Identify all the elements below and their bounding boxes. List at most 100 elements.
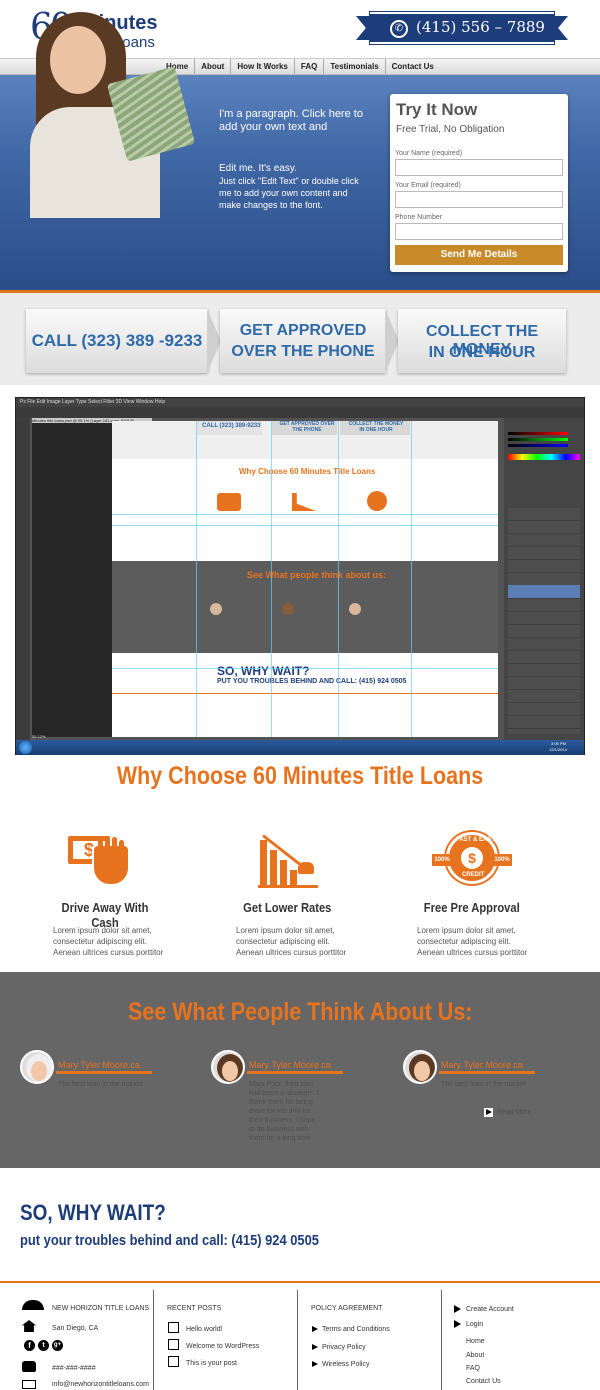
- step-call-text: CALL (323) 389 -9233: [31, 331, 203, 350]
- policy-link[interactable]: Privacy Policy: [322, 1344, 366, 1351]
- footer-link-about[interactable]: About: [466, 1352, 484, 1359]
- taskbar-date: 12/1/2014: [549, 747, 567, 752]
- hero-edit-line1: Edit me. It's easy.: [219, 163, 297, 174]
- read-more-arrow-icon: [484, 1108, 493, 1117]
- ps-mini-wait: SO, WHY WAIT?: [217, 664, 310, 678]
- form-subtitle: Free Trial, No Obligation: [396, 124, 505, 135]
- sunrise-logo-icon: [22, 1300, 44, 1310]
- ps-options-bar: [16, 407, 584, 418]
- footer-divider: [0, 1281, 600, 1283]
- arrow-right-icon: [454, 1320, 461, 1328]
- ps-panels: [504, 418, 584, 740]
- windows-taskbar: 3:05 PM 12/1/2014: [16, 740, 584, 755]
- email-field[interactable]: [395, 191, 563, 208]
- footer-email[interactable]: info@newhorizontitleloans.com: [52, 1381, 149, 1388]
- ps-mini-collect: COLLECT THE MONEY IN ONE HOUR: [348, 421, 404, 433]
- step-approved-line1: GET APPROVED: [239, 322, 367, 339]
- ps-mini-see: See What people think about us:: [247, 570, 387, 580]
- taskbar-time: 3:05 PM: [551, 741, 566, 746]
- nav-about[interactable]: About: [195, 59, 232, 74]
- signup-form: Try It Now Free Trial, No Obligation You…: [390, 94, 568, 272]
- step-collect-line2: IN ONE HOUR: [428, 344, 536, 361]
- feature-title-approval: Free Pre Approval: [424, 900, 520, 915]
- footer-link-home[interactable]: Home: [466, 1338, 485, 1345]
- send-details-button[interactable]: Send Me Details: [395, 245, 563, 265]
- arrow-right-icon: [312, 1344, 318, 1350]
- step-collect[interactable]: COLLECT THE MONEY IN ONE HOUR: [398, 309, 566, 373]
- footer-link-faq[interactable]: FAQ: [466, 1365, 480, 1372]
- footer-link-contact[interactable]: Contact Us: [466, 1378, 501, 1385]
- google-plus-icon[interactable]: g+: [52, 1340, 63, 1351]
- testimonial-divider: [56, 1071, 152, 1074]
- footer-column-separator: [441, 1290, 442, 1390]
- login-link[interactable]: Login: [466, 1321, 483, 1328]
- recent-post-link[interactable]: Welcome to WordPress: [186, 1343, 259, 1350]
- testimonial-quote: Mary Poor, third loan had been a 'disast…: [249, 1081, 319, 1142]
- step-call[interactable]: CALL (323) 389 -9233: [26, 309, 208, 373]
- ps-mini-why: Why Choose 60 Minutes Title Loans: [239, 467, 376, 476]
- cash-hand-icon: $: [68, 830, 132, 890]
- create-account-link[interactable]: Create Account: [466, 1306, 514, 1313]
- name-field[interactable]: [395, 159, 563, 176]
- footer-phone: ###-###-####: [52, 1365, 96, 1372]
- feature-text-approval: Lorem ipsum dolor sit amet, consectetur …: [417, 926, 528, 957]
- telephone-icon: [22, 1361, 36, 1372]
- policy-link[interactable]: Terms and Conditions: [322, 1326, 390, 1333]
- home-icon: [22, 1320, 36, 1332]
- facebook-icon[interactable]: f: [24, 1340, 35, 1351]
- nav-faq[interactable]: FAQ: [295, 59, 325, 74]
- footer-location: San Diego, CA: [52, 1325, 99, 1332]
- nav-how-it-works[interactable]: How It Works: [231, 59, 295, 74]
- post-icon: [168, 1339, 179, 1350]
- recent-posts-title: RECENT POSTS: [167, 1305, 222, 1312]
- email-label: Your Email (required): [395, 182, 461, 189]
- footer-column-separator: [153, 1290, 154, 1390]
- step-approved-line2: OVER THE PHONE: [231, 343, 375, 360]
- fast-easy-credit-badge-icon: $ 100% 100% FAST & EASY CREDIT: [432, 830, 512, 890]
- ps-menubar: Ps File Edit Image Layer Type Select Fil…: [16, 398, 584, 407]
- post-icon: [168, 1322, 179, 1333]
- arrow-right-icon: [312, 1326, 318, 1332]
- feature-title-rates: Get Lower Rates: [242, 900, 332, 915]
- hero-woman-with-money-image: [30, 12, 200, 218]
- photoshop-screenshot: Ps File Edit Image Layer Type Select Fil…: [15, 397, 585, 755]
- phone-banner[interactable]: ✆ (415) 556 – 7889: [356, 11, 568, 45]
- nav-testimonials[interactable]: Testimonials: [324, 59, 386, 74]
- ps-document: CALL (323) 389-9233 GET APPROVED OVER TH…: [112, 421, 498, 737]
- arrow-right-icon: [454, 1305, 461, 1313]
- ps-mini-approved: GET APPROVED OVER THE PHONE: [279, 421, 335, 433]
- avatar: [403, 1050, 437, 1084]
- start-button-icon[interactable]: [19, 741, 32, 754]
- ps-canvas-bg: [32, 421, 112, 737]
- read-more-link[interactable]: Read More: [497, 1109, 532, 1116]
- step-approved[interactable]: GET APPROVED OVER THE PHONE: [220, 309, 386, 373]
- policy-title: POLICY AGREEMENT: [311, 1305, 383, 1312]
- twitter-icon[interactable]: t: [38, 1340, 49, 1351]
- recent-post-link[interactable]: Hello world!: [186, 1326, 223, 1333]
- avatar: [211, 1050, 245, 1084]
- phone-label: Phone Number: [395, 214, 443, 221]
- footer-column-separator: [297, 1290, 298, 1390]
- phone-field[interactable]: [395, 223, 563, 240]
- post-icon: [168, 1356, 179, 1367]
- nav-contact-us[interactable]: Contact Us: [386, 59, 440, 74]
- ps-toolbar: [16, 418, 30, 740]
- feature-text-rates: Lorem ipsum dolor sit amet, consectetur …: [236, 926, 347, 957]
- cta-subheading: put your troubles behind and call: (415)…: [20, 1232, 319, 1249]
- falling-chart-icon: [258, 830, 320, 890]
- avatar: [20, 1050, 54, 1084]
- ps-mini-call2: PUT YOU TROUBLES BEHIND AND CALL: (415) …: [217, 678, 407, 685]
- testimonial-quote: The best loan in the market: [58, 1081, 143, 1088]
- phone-icon: ✆: [390, 20, 408, 38]
- testimonial-divider: [439, 1071, 535, 1074]
- testimonial-quote: The best loan in the market: [441, 1081, 526, 1088]
- ribbon-body: ✆ (415) 556 – 7889: [369, 11, 555, 45]
- testimonial-divider: [247, 1071, 343, 1074]
- recent-post-link[interactable]: This is your post: [186, 1360, 237, 1367]
- feature-text-cash: Lorem ipsum dolor sit amet, consectetur …: [53, 926, 164, 957]
- testimonials-title: See What People Think About Us:: [127, 998, 473, 1026]
- header-phone[interactable]: (415) 556 – 7889: [416, 18, 545, 36]
- name-label: Your Name (required): [395, 150, 463, 157]
- why-title: Why Choose 60 Minutes Title Loans: [116, 762, 484, 790]
- policy-link[interactable]: Wireless Policy: [322, 1361, 369, 1368]
